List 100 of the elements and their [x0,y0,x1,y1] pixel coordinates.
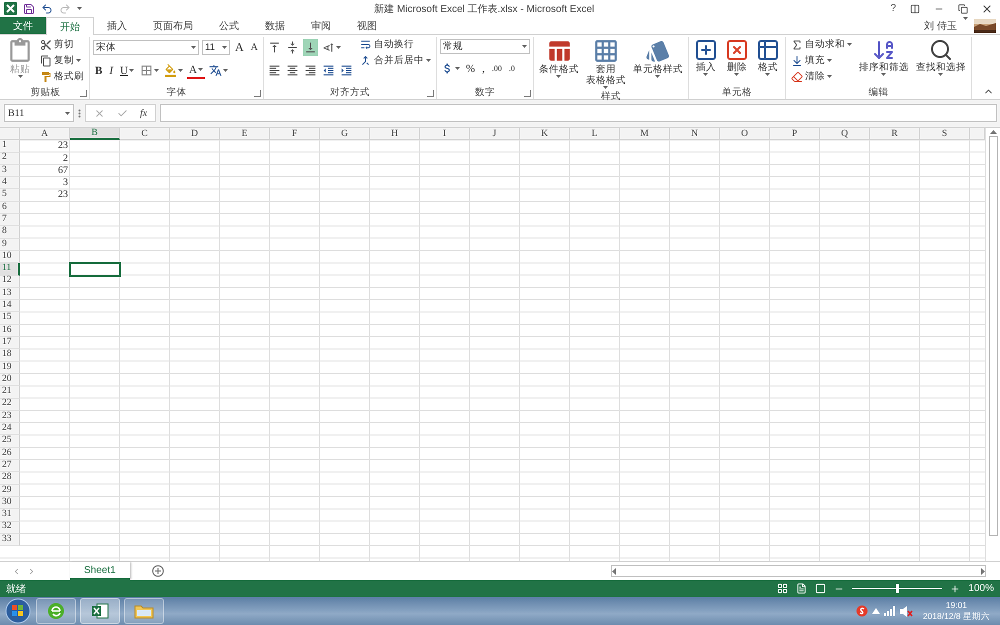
ribbon-button[interactable]: 复制 [38,53,86,68]
row-header[interactable]: 28 [0,472,20,485]
row-header[interactable]: 1 [0,140,20,153]
row-header[interactable]: 33 [0,534,20,546]
ribbon-button[interactable]: 插入 [692,37,720,77]
format-button[interactable]: B [93,62,104,79]
previous-sheet-icon[interactable] [12,566,21,576]
row-header[interactable]: 22 [0,398,20,411]
row-header[interactable]: 26 [0,448,20,460]
row-header[interactable]: 25 [0,435,20,448]
format-button[interactable]: I [107,62,116,79]
column-header[interactable]: P [770,128,820,140]
dropdown-field[interactable]: 常规 [440,39,530,54]
row-header[interactable]: 2 [0,152,20,165]
add-sheet-icon[interactable] [152,565,164,577]
ribbon-tab[interactable]: 插入 [94,17,140,34]
scrollbar-thumb[interactable] [988,136,998,536]
start-button-icon[interactable] [4,598,32,624]
page-break-icon[interactable] [815,583,826,594]
column-header[interactable]: R [870,128,920,140]
help-button[interactable]: ? [886,3,900,14]
insert-function-button[interactable]: fx [140,108,148,118]
ribbon-button[interactable]: 排序和筛选 [856,37,911,77]
ribbon-button[interactable]: 单元格样式 [630,37,685,79]
format-button[interactable]: % [464,60,478,77]
format-button[interactable]: A [233,39,246,56]
column-header[interactable]: C [120,128,170,140]
input-method-icon[interactable] [856,605,868,617]
column-header[interactable]: K [520,128,570,140]
dropdown-field[interactable]: 11 [202,40,230,55]
taskbar-button[interactable] [124,598,164,624]
column-header[interactable]: A [20,128,70,140]
row-header[interactable]: 11 [0,263,20,276]
row-header[interactable]: 16 [0,324,20,338]
row-header[interactable]: 3 [0,164,20,178]
dialog-launcher-icon[interactable] [254,90,261,97]
row-header[interactable]: 31 [0,509,20,522]
column-header[interactable]: I [420,128,470,140]
taskbar-button[interactable] [36,598,76,624]
scroll-up-icon[interactable] [990,130,996,134]
format-button[interactable]: A [186,62,205,79]
row-header[interactable]: 19 [0,362,20,374]
column-header[interactable]: J [470,128,520,140]
row-header[interactable]: 7 [0,214,20,226]
column-header[interactable]: B [70,128,120,140]
ribbon-button[interactable]: 删除 [722,37,751,77]
dropdown-field[interactable]: 宋体 [93,40,199,55]
taskbar-button[interactable] [80,598,120,624]
page-layout-icon[interactable] [796,583,808,594]
column-header[interactable]: O [720,128,770,140]
check-icon[interactable] [117,108,128,118]
row-header[interactable]: 30 [0,496,20,510]
row-header[interactable]: 12 [0,276,20,288]
column-header[interactable]: M [620,128,670,140]
dialog-launcher-icon[interactable] [524,90,531,97]
toolbar-button[interactable] [208,62,229,79]
ribbon-tab[interactable]: 视图 [344,17,390,34]
scroll-left-icon[interactable] [612,568,616,574]
column-header[interactable]: L [570,128,620,140]
row-header[interactable]: 6 [0,202,20,214]
row-header[interactable]: 23 [0,410,20,424]
scroll-right-icon[interactable] [981,568,985,574]
horizontal-scrollbar[interactable] [611,565,986,577]
ribbon-button[interactable]: 自动换行 [356,37,433,52]
row-header[interactable]: 15 [0,312,20,325]
row-header[interactable]: 17 [0,337,20,350]
user-name[interactable]: 刘 侍玉 [924,17,957,34]
zoom-in-icon[interactable] [950,584,960,594]
ribbon-tab[interactable]: 开始 [46,17,94,35]
ribbon-button[interactable]: 套用 表格格式 [584,37,628,90]
row-header[interactable]: 14 [0,300,20,312]
format-button[interactable]: U [118,62,136,79]
undo-icon[interactable] [41,2,53,14]
normal-view-icon[interactable] [777,583,788,594]
row-header[interactable]: 5 [0,189,20,202]
formula-input[interactable] [160,104,997,122]
column-header[interactable]: N [670,128,720,140]
row-header[interactable]: 29 [0,484,20,497]
muted-speaker-icon[interactable] [900,606,913,616]
column-header[interactable]: E [220,128,270,140]
name-box[interactable]: B11 [4,104,74,122]
row-header[interactable]: 13 [0,288,20,300]
column-header[interactable]: Q [820,128,870,140]
column-header[interactable]: F [270,128,320,140]
row-header[interactable]: 4 [0,177,20,190]
column-header[interactable]: D [170,128,220,140]
ribbon-tab[interactable]: 文件 [0,17,46,34]
format-button[interactable]: .0 [506,60,517,77]
format-button[interactable]: .00 [490,60,504,77]
ribbon-button[interactable]: 合并后居中 [356,53,433,68]
row-header[interactable]: 10 [0,250,20,264]
row-header[interactable]: 18 [0,349,20,362]
format-button[interactable]: A [248,39,260,56]
row-header[interactable]: 9 [0,238,20,251]
ribbon-tab[interactable]: 公式 [206,17,252,34]
column-header[interactable]: S [920,128,970,140]
next-sheet-icon[interactable] [27,566,36,576]
row-header[interactable]: 8 [0,226,20,239]
ribbon-tab[interactable]: 页面布局 [140,17,206,34]
ribbon-tab[interactable]: 数据 [252,17,298,34]
